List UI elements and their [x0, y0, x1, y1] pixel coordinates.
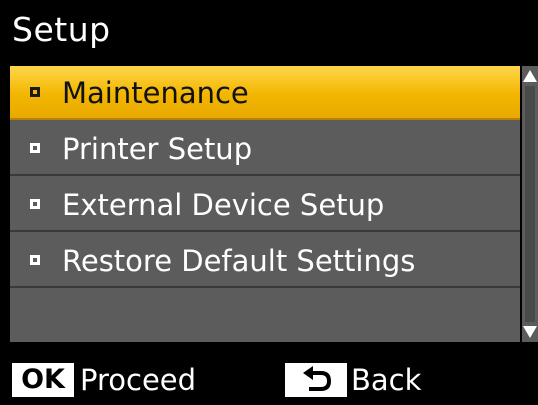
menu-item-maintenance[interactable]: Maintenance [10, 66, 520, 120]
menu-item-label: External Device Setup [62, 188, 385, 222]
scroll-up-arrow-icon[interactable] [523, 70, 537, 82]
title-bar: Setup [0, 0, 538, 62]
menu-item-label: Restore Default Settings [62, 244, 416, 278]
menu-scrollbar[interactable] [522, 66, 538, 342]
ok-key-badge[interactable]: OK [12, 363, 74, 397]
footer-bar: OK Proceed Back [0, 350, 538, 405]
back-arrow-icon [303, 366, 332, 391]
menu-item-printer-setup[interactable]: Printer Setup [10, 122, 520, 176]
bullet-icon [30, 143, 40, 153]
scroll-down-arrow-icon[interactable] [523, 326, 537, 338]
bullet-icon [30, 199, 40, 209]
menu-item-label: Printer Setup [62, 132, 253, 166]
setup-menu: Maintenance Printer Setup External Devic… [10, 66, 520, 342]
menu-item-label: Maintenance [62, 76, 249, 110]
menu-item-restore-default-settings[interactable]: Restore Default Settings [10, 234, 520, 288]
menu-item-external-device-setup[interactable]: External Device Setup [10, 178, 520, 232]
bullet-icon [30, 87, 40, 97]
printer-lcd-screen: Setup Maintenance Printer Setup External… [0, 0, 538, 405]
back-key-badge[interactable] [285, 363, 347, 397]
scroll-track [525, 86, 535, 322]
bullet-icon [30, 255, 40, 265]
back-label: Back [351, 363, 422, 397]
proceed-label: Proceed [80, 363, 197, 397]
page-title: Setup [12, 10, 111, 49]
